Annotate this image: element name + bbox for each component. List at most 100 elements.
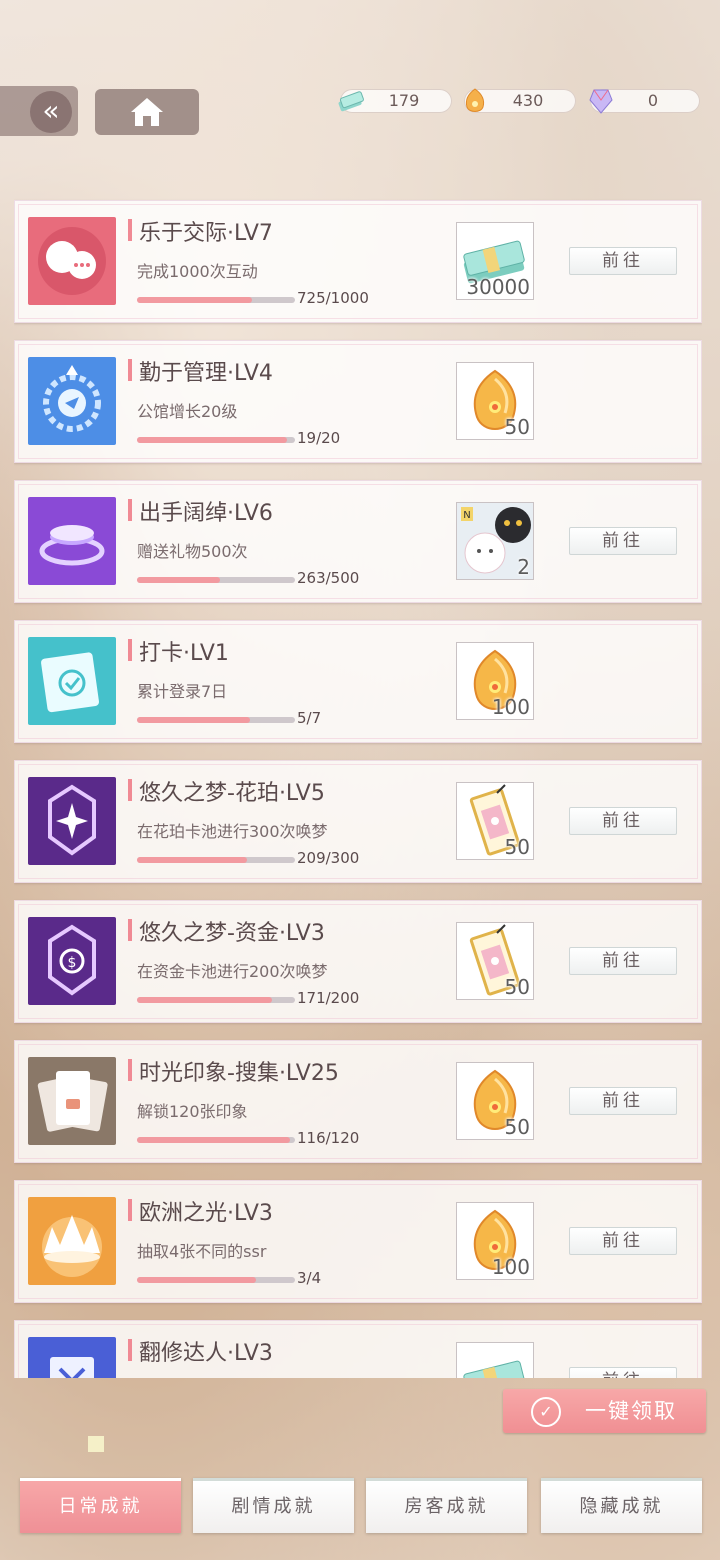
achievement-icon	[28, 1197, 116, 1285]
reward-count: 50	[504, 1115, 530, 1139]
reward-count: 50	[504, 415, 530, 439]
go-button[interactable]: 前往	[569, 947, 677, 975]
achievement-icon	[28, 1057, 116, 1145]
cash-stack-icon	[338, 91, 364, 112]
go-button[interactable]: 前往	[569, 527, 677, 555]
progress-text: 19/20	[297, 429, 341, 447]
achievement-title: 时光印象-搜集·LV25	[139, 1061, 339, 1086]
achievement-title: 翻修达人·LV3	[139, 1341, 273, 1366]
currency-cash: 179	[338, 89, 452, 113]
currency-value: 179	[388, 91, 420, 110]
home-button[interactable]	[95, 89, 199, 135]
svg-text:N: N	[463, 510, 470, 521]
crystal-icon	[589, 89, 613, 114]
title-accent-bar	[128, 219, 132, 241]
title-accent-bar	[128, 639, 132, 661]
reward-item[interactable]: 50	[456, 362, 534, 440]
reward-item[interactable]: N2	[456, 502, 534, 580]
progress-text: 3/4	[297, 1269, 322, 1287]
achievement-list[interactable]: 乐于交际·LV7 完成1000次互动 725/1000 30000 前往 勤于管理·LV4…	[14, 198, 702, 1378]
achievement-card: 乐于交际·LV7 完成1000次互动 725/1000 30000 前往	[14, 200, 702, 323]
achievement-icon	[28, 1337, 116, 1378]
progress-bar	[137, 997, 295, 1003]
achievement-desc: 累计登录7日	[137, 682, 228, 701]
achievement-card: 欧洲之光·LV3 抽取4张不同的ssr 3/4 100 前往	[14, 1180, 702, 1303]
progress-fill	[137, 857, 248, 863]
progress-text: 116/120	[297, 1129, 360, 1147]
currency-gem: 430	[464, 88, 576, 113]
achievement-icon	[28, 637, 116, 725]
claim-all-button[interactable]: ✓ 一键领取	[503, 1389, 706, 1433]
title-accent-bar	[128, 919, 132, 941]
title-accent-bar	[128, 499, 132, 521]
progress-text: 263/500	[297, 569, 360, 587]
tab-daily[interactable]: 日常成就	[20, 1478, 181, 1533]
achievement-title: 悠久之梦-花珀·LV5	[139, 781, 325, 806]
reward-item[interactable]: 30000	[456, 222, 534, 300]
progress-bar	[137, 717, 295, 723]
reward-count: 100	[491, 695, 530, 719]
currency-value: 430	[512, 91, 544, 110]
achievement-icon	[28, 357, 116, 445]
progress-fill	[137, 1277, 256, 1283]
achievement-card: 翻修达人·LV3 前往	[14, 1320, 702, 1378]
achievement-icon	[28, 497, 116, 585]
achievement-title: 勤于管理·LV4	[139, 361, 273, 386]
progress-text: 171/200	[297, 989, 360, 1007]
title-accent-bar	[128, 779, 132, 801]
achievement-card: 时光印象-搜集·LV25 解锁120张印象 116/120 50 前往	[14, 1040, 702, 1163]
back-button[interactable]: «	[0, 86, 78, 136]
reward-count: 30000	[466, 275, 530, 299]
title-accent-bar	[128, 1199, 132, 1221]
go-button[interactable]: 前往	[569, 1087, 677, 1115]
achievement-card: 悠久之梦-花珀·LV5 在花珀卡池进行300次唤梦 209/300 50 前往	[14, 760, 702, 883]
currency-crystal: 0	[589, 89, 700, 114]
reward-item[interactable]: 100	[456, 642, 534, 720]
progress-bar	[137, 577, 295, 583]
go-button[interactable]: 前往	[569, 807, 677, 835]
reward-count: 50	[504, 975, 530, 999]
go-button[interactable]: 前往	[569, 247, 677, 275]
achievement-title: 打卡·LV1	[139, 641, 229, 666]
achievement-title: 乐于交际·LV7	[139, 221, 273, 246]
progress-fill	[137, 717, 250, 723]
progress-fill	[137, 297, 252, 303]
decoration-square	[88, 1436, 104, 1452]
claim-all-label: 一键领取	[585, 1399, 677, 1423]
home-icon	[131, 98, 163, 126]
achievement-desc: 公馆增长20级	[137, 402, 238, 421]
progress-bar	[137, 857, 295, 863]
achievement-title: 欧洲之光·LV3	[139, 1201, 273, 1226]
reward-item[interactable]: 50	[456, 1062, 534, 1140]
progress-bar	[137, 1277, 295, 1283]
reward-item[interactable]: 100	[456, 1202, 534, 1280]
reward-item[interactable]	[456, 1342, 534, 1378]
tab-tenant[interactable]: 房客成就	[366, 1478, 527, 1533]
achievement-desc: 在资金卡池进行200次唤梦	[137, 962, 328, 981]
check-circle-icon: ✓	[531, 1397, 561, 1427]
reward-item[interactable]: 50	[456, 922, 534, 1000]
go-button[interactable]: 前往	[569, 1367, 677, 1378]
reward-count: 50	[504, 835, 530, 859]
card-border	[18, 624, 698, 739]
cash-stack-icon	[457, 1343, 533, 1378]
tab-story[interactable]: 剧情成就	[193, 1478, 354, 1533]
progress-bar	[137, 437, 295, 443]
progress-bar	[137, 1137, 295, 1143]
achievement-card: 勤于管理·LV4 公馆增长20级 19/20 50	[14, 340, 702, 463]
achievement-desc: 在花珀卡池进行300次唤梦	[137, 822, 328, 841]
progress-fill	[137, 1137, 290, 1143]
tab-hidden[interactable]: 隐藏成就	[541, 1478, 702, 1533]
go-button[interactable]: 前往	[569, 1227, 677, 1255]
achievement-icon	[28, 777, 116, 865]
reward-item[interactable]: 50	[456, 782, 534, 860]
double-chevron-left-icon: «	[30, 91, 72, 133]
achievement-desc: 完成1000次互动	[137, 262, 258, 281]
achievement-desc: 解锁120张印象	[137, 1102, 248, 1121]
title-accent-bar	[128, 1059, 132, 1081]
title-accent-bar	[128, 1339, 132, 1361]
achievement-icon	[28, 217, 116, 305]
currency-value: 0	[647, 91, 659, 110]
progress-bar	[137, 297, 295, 303]
achievement-desc: 赠送礼物500次	[137, 542, 248, 561]
